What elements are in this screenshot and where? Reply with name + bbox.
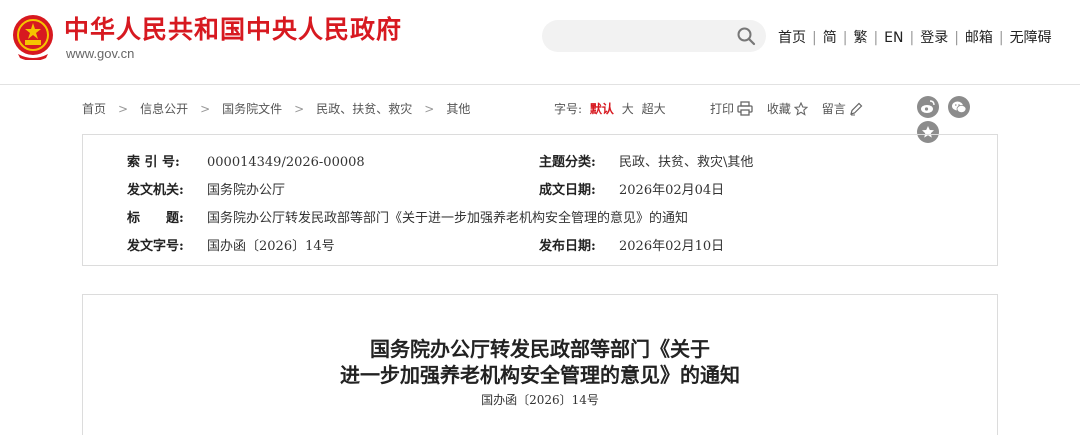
favorite-label: 收藏 xyxy=(766,102,791,116)
printer-icon xyxy=(737,101,753,116)
title-value: 国务院办公厅转发民政部等部门《关于进一步加强养老机构安全管理的意见》的通知 xyxy=(207,211,689,226)
issuer-label: 发文机关: xyxy=(127,183,184,198)
category-row: 主题分类: 民政、扶贫、救灾\其他 xyxy=(539,151,753,170)
font-size-large[interactable]: 大 xyxy=(622,102,634,116)
category-value: 民政、扶贫、救灾\其他 xyxy=(619,155,754,170)
search-input[interactable] xyxy=(542,20,766,52)
nav-divider: | xyxy=(812,30,817,46)
font-size-selector: 字号: 默认 大 超大 xyxy=(554,100,666,117)
wechat-icon[interactable] xyxy=(948,96,970,118)
document-metadata: 索 引 号: 000014349/2026-00008 主题分类: 民政、扶贫、救灾… xyxy=(82,134,998,266)
breadcrumb-state-council-docs[interactable]: 国务院文件 xyxy=(222,102,282,116)
title-row: 标 题: 国务院办公厅转发民政部等部门《关于进一步加强养老机构安全管理的意见》的通… xyxy=(127,207,688,226)
breadcrumb-other[interactable]: 其他 xyxy=(446,102,470,116)
font-size-default[interactable]: 默认 xyxy=(590,102,614,116)
pencil-icon xyxy=(849,102,863,116)
breadcrumb-bar: 首页 > 信息公开 > 国务院文件 > 民政、扶贫、救灾 > 其他 字号: 默认 大 超大 打印… xyxy=(82,96,998,143)
index-number-value: 000014349/2026-00008 xyxy=(207,155,365,170)
print-label: 打印 xyxy=(710,102,735,116)
nav-divider: | xyxy=(873,30,879,46)
site-url: www.gov.cn xyxy=(66,46,135,61)
published-date-row: 发布日期: 2026年02月10日 xyxy=(539,235,724,254)
site-title[interactable]: 中华人民共和国中央人民政府 xyxy=(64,10,402,46)
breadcrumb-home[interactable]: 首页 xyxy=(82,102,106,116)
doc-number-row: 发文字号: 国办函〔2026〕14号 xyxy=(127,235,335,254)
star-outline-icon xyxy=(793,101,809,116)
chevron-right-icon: > xyxy=(200,102,211,116)
nav-mail[interactable]: 邮箱 xyxy=(965,30,993,46)
nav-accessibility[interactable]: 无障碍 xyxy=(1010,30,1052,46)
nav-login[interactable]: 登录 xyxy=(920,30,948,46)
document-title-line-1: 国务院办公厅转发民政部等部门《关于 xyxy=(370,337,710,361)
search-icon[interactable] xyxy=(736,26,756,46)
nav-divider: | xyxy=(842,30,848,46)
font-size-xlarge[interactable]: 超大 xyxy=(642,102,666,116)
site-header: 中华人民共和国中央人民政府 www.gov.cn 首页 | 简 | 繁 | EN | 登录 | 邮箱… xyxy=(0,0,1080,85)
nav-traditional[interactable]: 繁 xyxy=(853,30,867,46)
published-date-value: 2026年02月10日 xyxy=(619,239,725,254)
index-number-label: 索 引 号: xyxy=(127,155,180,170)
title-label: 标 题: xyxy=(127,211,184,226)
top-nav: 首页 | 简 | 繁 | EN | 登录 | 邮箱 | 无障碍 xyxy=(778,27,1052,47)
breadcrumb-info-public[interactable]: 信息公开 xyxy=(140,102,188,116)
font-size-label: 字号: xyxy=(554,102,583,116)
breadcrumb: 首页 > 信息公开 > 国务院文件 > 民政、扶贫、救灾 > 其他 xyxy=(82,100,470,117)
chevron-right-icon: > xyxy=(424,102,435,116)
breadcrumb-civil-affairs[interactable]: 民政、扶贫、救灾 xyxy=(316,102,412,116)
comment-button[interactable]: 留言 xyxy=(822,102,863,116)
doc-number-value: 国办函〔2026〕14号 xyxy=(207,239,335,254)
weibo-icon[interactable] xyxy=(917,96,939,118)
created-date-label: 成文日期: xyxy=(539,183,596,198)
chevron-right-icon: > xyxy=(118,102,129,116)
nav-divider: | xyxy=(998,30,1004,46)
category-label: 主题分类: xyxy=(539,155,596,170)
favorite-button[interactable]: 收藏 xyxy=(766,101,809,116)
document-title-line-2: 进一步加强养老机构安全管理的意见》的通知 xyxy=(340,363,740,387)
national-emblem-icon[interactable] xyxy=(12,14,54,60)
print-button[interactable]: 打印 xyxy=(710,101,753,116)
nav-english[interactable]: EN xyxy=(884,30,903,46)
nav-home[interactable]: 首页 xyxy=(778,30,806,46)
issuer-row: 发文机关: 国务院办公厅 xyxy=(127,179,285,198)
created-date-row: 成文日期: 2026年02月04日 xyxy=(539,179,724,198)
comment-label: 留言 xyxy=(821,102,846,116)
nav-divider: | xyxy=(954,30,959,46)
page-tools: 打印 收藏 留言 xyxy=(710,100,873,117)
chevron-right-icon: > xyxy=(294,102,305,116)
document-number: 国办函〔2026〕14号 xyxy=(481,393,599,407)
created-date-value: 2026年02月04日 xyxy=(619,183,725,198)
published-date-label: 发布日期: xyxy=(539,239,596,254)
doc-number-label: 发文字号: xyxy=(127,239,184,254)
nav-simplified[interactable]: 简 xyxy=(823,30,837,46)
issuer-value: 国务院办公厅 xyxy=(207,183,286,198)
index-number-row: 索 引 号: 000014349/2026-00008 xyxy=(127,151,365,170)
nav-divider: | xyxy=(909,30,915,46)
